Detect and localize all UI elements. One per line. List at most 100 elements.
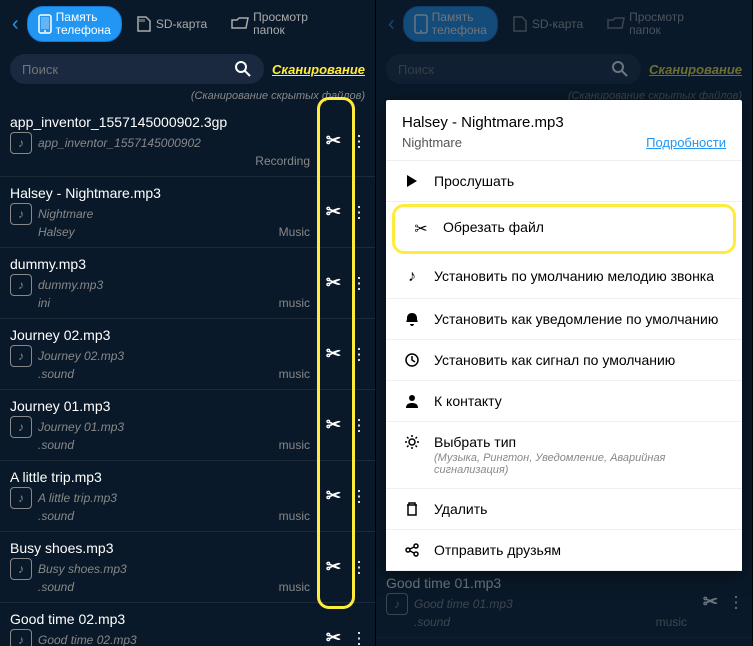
cut-icon[interactable]: ✂ bbox=[326, 557, 341, 578]
more-icon[interactable]: ⋮ bbox=[351, 557, 365, 577]
file-type: music bbox=[279, 296, 310, 310]
cut-icon[interactable]: ✂ bbox=[326, 415, 341, 436]
menu-item-label: Выбрать тип bbox=[434, 434, 726, 450]
scan-link: Сканирование bbox=[649, 62, 742, 77]
menu-item-icon bbox=[402, 393, 422, 409]
music-note-icon: ♪ bbox=[10, 416, 32, 438]
file-list[interactable]: app_inventor_1557145000902.3gp ♪ app_inv… bbox=[0, 106, 375, 646]
more-icon[interactable]: ⋮ bbox=[351, 273, 365, 293]
file-row[interactable]: A little trip.mp3 ♪ A little trip.mp3 .s… bbox=[0, 461, 375, 532]
scan-link[interactable]: Сканирование bbox=[272, 62, 365, 77]
phone-icon bbox=[414, 14, 428, 34]
file-subtitle: Journey 02.mp3 bbox=[38, 349, 365, 363]
search-input bbox=[398, 62, 611, 77]
menu-item-label: Прослушать bbox=[434, 173, 726, 189]
context-menu-modal: Halsey - Nightmare.mp3 Nightmare Подробн… bbox=[386, 100, 742, 571]
cut-icon[interactable]: ✂ bbox=[326, 486, 341, 507]
menu-item[interactable]: Отправить друзьям bbox=[386, 530, 742, 571]
file-artist: .sound bbox=[38, 509, 74, 523]
search-icon[interactable] bbox=[234, 60, 252, 78]
file-row[interactable]: Journey 01.mp3 ♪ Journey 01.mp3 .sound m… bbox=[0, 390, 375, 461]
music-note-icon: ♪ bbox=[10, 132, 32, 154]
file-name: A little trip.mp3 bbox=[10, 469, 365, 485]
sd-card-icon bbox=[512, 15, 528, 33]
back-icon[interactable]: ‹ bbox=[8, 9, 23, 40]
more-icon[interactable]: ⋮ bbox=[351, 344, 365, 364]
cut-icon[interactable]: ✂ bbox=[326, 273, 341, 294]
file-subtitle: dummy.mp3 bbox=[38, 278, 365, 292]
tab-folders: Просмотрпапок bbox=[597, 7, 694, 41]
file-row[interactable]: app_inventor_1557145000902.3gp ♪ app_inv… bbox=[0, 106, 375, 177]
screen-context-menu: ‹ Памятьтелефона SD-карта Просмотрпапок bbox=[376, 0, 753, 646]
menu-item-icon bbox=[402, 173, 422, 189]
file-artist: .sound bbox=[38, 438, 74, 452]
menu-item[interactable]: Установить как сигнал по умолчанию bbox=[386, 340, 742, 381]
file-name: Good time 01.mp3 bbox=[386, 575, 742, 591]
menu-item[interactable]: ♪ Установить по умолчанию мелодию звонка bbox=[386, 256, 742, 299]
file-type: music bbox=[279, 438, 310, 452]
menu-item-label: К контакту bbox=[434, 393, 726, 409]
menu-item[interactable]: Удалить bbox=[386, 489, 742, 530]
file-row[interactable]: dummy.mp3 ♪ dummy.mp3 ini music ✂ ⋮ bbox=[0, 248, 375, 319]
tab-phone-memory: Памятьтелефона bbox=[403, 6, 498, 42]
menu-item-label: Обрезать файл bbox=[443, 219, 717, 235]
menu-item-label: Установить как уведомление по умолчанию bbox=[434, 311, 726, 327]
file-type: music bbox=[279, 580, 310, 594]
music-note-icon: ♪ bbox=[10, 274, 32, 296]
menu-item-label: Удалить bbox=[434, 501, 726, 517]
more-icon[interactable]: ⋮ bbox=[351, 415, 365, 435]
menu-list: Прослушать ✂ Обрезать файл ♪ Установить … bbox=[386, 161, 742, 571]
file-row[interactable]: Busy shoes.mp3 ♪ Busy shoes.mp3 .sound m… bbox=[0, 532, 375, 603]
search-box bbox=[386, 54, 641, 84]
folder-icon bbox=[607, 17, 625, 31]
cut-icon: ✂ bbox=[703, 592, 718, 613]
scan-hint: (Сканирование скрытых файлов) bbox=[0, 90, 375, 106]
menu-item[interactable]: ✂ Обрезать файл bbox=[392, 204, 736, 254]
tab-folders[interactable]: Просмотрпапок bbox=[221, 7, 318, 41]
file-name: dummy.mp3 bbox=[10, 256, 365, 272]
more-icon[interactable]: ⋮ bbox=[351, 628, 365, 646]
more-icon[interactable]: ⋮ bbox=[351, 131, 365, 151]
menu-item[interactable]: Выбрать тип (Музыка, Рингтон, Уведомлени… bbox=[386, 422, 742, 489]
music-note-icon: ♪ bbox=[386, 593, 408, 615]
file-subtitle: Good time 02.mp3 bbox=[38, 633, 365, 646]
sd-card-icon bbox=[136, 15, 152, 33]
menu-item[interactable]: Прослушать bbox=[386, 161, 742, 202]
tab-phone-memory[interactable]: Памятьтелефона bbox=[27, 6, 122, 42]
header-tabs: ‹ Памятьтелефона SD-карта Просмотрпапок bbox=[0, 0, 375, 48]
menu-item-icon bbox=[402, 501, 422, 517]
file-name: app_inventor_1557145000902.3gp bbox=[10, 114, 365, 130]
menu-item-label: Установить как сигнал по умолчанию bbox=[434, 352, 726, 368]
search-row: Сканирование bbox=[376, 48, 752, 90]
modal-details-link[interactable]: Подробности bbox=[646, 135, 726, 150]
menu-item[interactable]: К контакту bbox=[386, 381, 742, 422]
search-box[interactable] bbox=[10, 54, 264, 84]
tab-sd-card[interactable]: SD-карта bbox=[126, 11, 217, 37]
file-subtitle: A little trip.mp3 bbox=[38, 491, 365, 505]
menu-item-icon bbox=[402, 434, 422, 450]
file-subtitle: Busy shoes.mp3 bbox=[38, 562, 365, 576]
more-icon[interactable]: ⋮ bbox=[351, 486, 365, 506]
menu-item-icon: ✂ bbox=[411, 219, 431, 239]
cut-icon[interactable]: ✂ bbox=[326, 344, 341, 365]
menu-item-icon bbox=[402, 542, 422, 558]
file-subtitle: Nightmare bbox=[38, 207, 365, 221]
cut-icon[interactable]: ✂ bbox=[326, 202, 341, 223]
cut-icon[interactable]: ✂ bbox=[326, 131, 341, 152]
search-input[interactable] bbox=[22, 62, 234, 77]
file-row[interactable]: Good time 02.mp3 ♪ Good time 02.mp3 .sou… bbox=[0, 603, 375, 646]
cut-icon[interactable]: ✂ bbox=[326, 628, 341, 646]
file-artist: .sound bbox=[38, 580, 74, 594]
phone-icon bbox=[38, 14, 52, 34]
menu-item-icon bbox=[402, 311, 422, 327]
file-subtitle: Journey 01.mp3 bbox=[38, 420, 365, 434]
file-artist: ini bbox=[38, 296, 50, 310]
menu-item[interactable]: Установить как уведомление по умолчанию bbox=[386, 299, 742, 340]
file-type: Music bbox=[279, 225, 310, 239]
more-icon[interactable]: ⋮ bbox=[351, 202, 365, 222]
file-artist: Halsey bbox=[38, 225, 75, 239]
music-note-icon: ♪ bbox=[10, 629, 32, 646]
file-row[interactable]: Journey 02.mp3 ♪ Journey 02.mp3 .sound m… bbox=[0, 319, 375, 390]
header-tabs: ‹ Памятьтелефона SD-карта Просмотрпапок bbox=[376, 0, 752, 48]
file-row[interactable]: Halsey - Nightmare.mp3 ♪ Nightmare Halse… bbox=[0, 177, 375, 248]
